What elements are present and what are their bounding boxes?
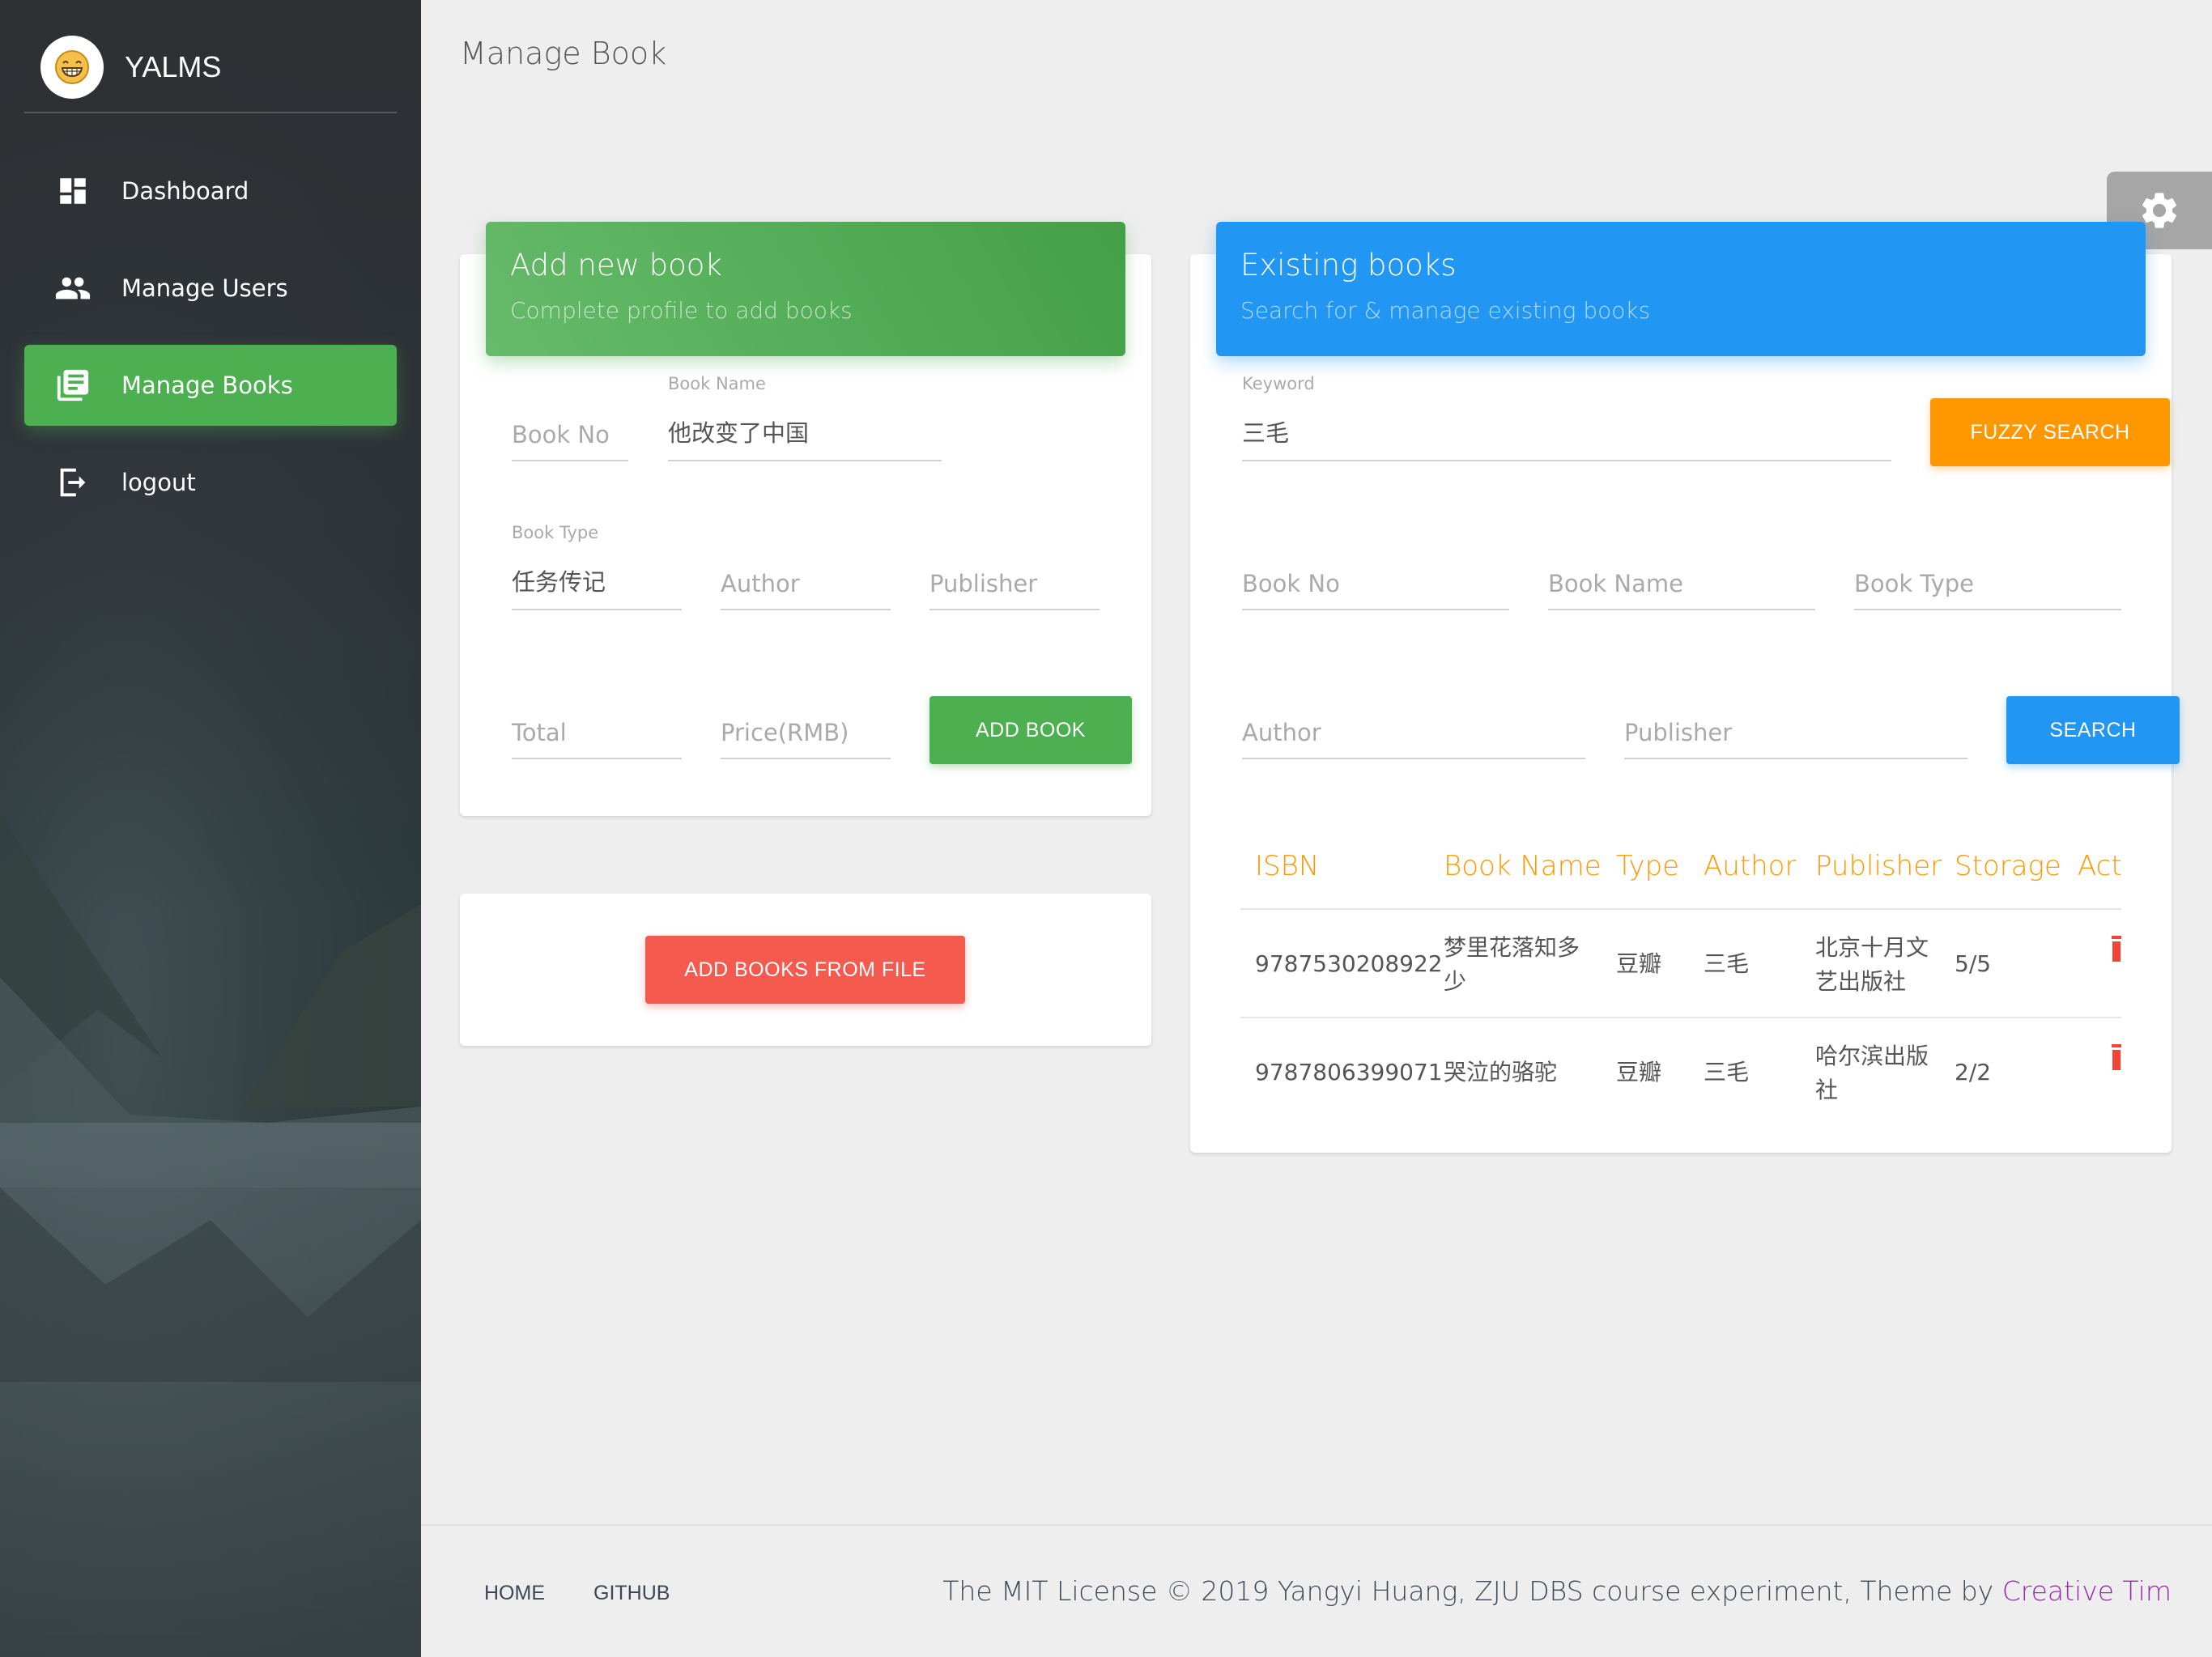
logout-icon <box>53 463 92 502</box>
column-header-author[interactable]: Author <box>1704 850 1796 882</box>
delete-icon[interactable] <box>2112 1044 2121 1070</box>
cell-book-name-line2: 少 <box>1444 968 1467 995</box>
book-type-value: 任务传记 <box>512 568 606 596</box>
app-name: YALMS <box>125 50 222 83</box>
fuzzy-search-button[interactable]: FUZZY SEARCH <box>1930 398 2170 466</box>
add-book-button[interactable]: ADD BOOK <box>929 696 1132 764</box>
footer-divider <box>421 1524 2212 1526</box>
add-book-title: Add new book <box>510 248 722 283</box>
book-name-field[interactable]: Book Name 他改变了中国 <box>668 374 942 461</box>
book-type-label: Book Type <box>512 523 599 542</box>
sidebar-item-label: Manage Books <box>121 372 293 399</box>
existing-books-subtitle: Search for & manage existing books <box>1240 297 1651 324</box>
cell-author: 三毛 <box>1704 1059 1750 1086</box>
cell-book-name: 哭泣的骆驼 <box>1444 1056 1557 1090</box>
search-publisher-field[interactable]: Publisher <box>1624 706 1967 759</box>
sidebar-background-image <box>0 767 421 1657</box>
keyword-label: Keyword <box>1242 374 1315 393</box>
search-book-no-placeholder: Book No <box>1242 570 1340 597</box>
keyword-field[interactable]: Keyword 三毛 <box>1242 374 1891 461</box>
people-icon <box>53 269 92 308</box>
add-book-header: Add new book Complete profile to add boo… <box>486 222 1125 356</box>
cell-publisher-line2: 社 <box>1815 1077 1839 1103</box>
app-logo <box>40 36 104 99</box>
column-header-publisher[interactable]: Publisher <box>1815 850 1942 882</box>
footer-copyright: The MIT License © 2019 Yangyi Huang, ZJU… <box>942 1575 2172 1607</box>
cell-book-name: 梦里花落知多 少 <box>1444 931 1580 999</box>
total-field[interactable]: Total <box>512 706 682 759</box>
total-placeholder: Total <box>512 719 567 746</box>
cell-publisher: 北京十月文 艺出版社 <box>1815 931 1929 999</box>
sidebar-item-dashboard[interactable]: Dashboard <box>24 151 397 232</box>
publisher-field[interactable]: Publisher <box>929 557 1100 610</box>
search-book-no-field[interactable]: Book No <box>1242 557 1509 610</box>
cell-isbn: 9787530208922 <box>1255 950 1443 977</box>
brand[interactable]: YALMS <box>24 23 397 113</box>
cell-book-name-line1: 哭泣的骆驼 <box>1444 1059 1558 1086</box>
search-author-field[interactable]: Author <box>1242 706 1585 759</box>
table-divider <box>1240 908 2121 910</box>
search-book-type-placeholder: Book Type <box>1854 570 1975 597</box>
cell-type: 豆瓣 <box>1616 950 1662 977</box>
price-field[interactable]: Price(RMB) <box>721 706 891 759</box>
column-header-book-name[interactable]: Book Name <box>1444 850 1602 882</box>
sidebar-item-label: Manage Users <box>121 274 288 302</box>
publisher-placeholder: Publisher <box>929 570 1038 597</box>
cell-storage: 5/5 <box>1955 950 1992 977</box>
column-header-storage[interactable]: Storage <box>1955 850 2061 882</box>
search-button[interactable]: SEARCH <box>2006 696 2180 764</box>
cell-storage: 2/2 <box>1955 1059 1992 1086</box>
price-placeholder: Price(RMB) <box>721 719 849 746</box>
search-book-name-placeholder: Book Name <box>1548 570 1683 597</box>
cell-publisher-line1: 北京十月文 <box>1815 934 1929 961</box>
book-no-field[interactable]: Book No <box>512 408 628 461</box>
cell-publisher: 哈尔滨出版 社 <box>1815 1039 1929 1107</box>
book-type-field[interactable]: Book Type 任务传记 <box>512 523 682 610</box>
keyword-value: 三毛 <box>1242 419 1290 447</box>
sidebar-item-logout[interactable]: logout <box>24 442 397 523</box>
column-header-act[interactable]: Act <box>2078 850 2122 882</box>
search-book-name-field[interactable]: Book Name <box>1548 557 1815 610</box>
sidebar-item-label: Dashboard <box>121 177 249 205</box>
search-author-placeholder: Author <box>1242 719 1321 746</box>
copyright-text: The MIT License © 2019 Yangyi Huang, ZJU… <box>942 1575 2002 1607</box>
column-header-type[interactable]: Type <box>1616 850 1679 882</box>
footer-link-github[interactable]: GITHUB <box>593 1582 670 1605</box>
sidebar-item-manage-users[interactable]: Manage Users <box>24 248 397 329</box>
sidebar: YALMS Dashboard Manage Users Manage Book… <box>0 0 421 1657</box>
existing-books-header: Existing books Search for & manage exist… <box>1216 222 2146 356</box>
author-placeholder: Author <box>721 570 800 597</box>
cell-publisher-line2: 艺出版社 <box>1815 968 1907 995</box>
search-publisher-placeholder: Publisher <box>1624 719 1733 746</box>
footer-link-home[interactable]: HOME <box>484 1582 545 1605</box>
dashboard-icon <box>53 172 92 210</box>
add-books-from-file-button[interactable]: ADD BOOKS FROM FILE <box>645 936 965 1004</box>
column-header-isbn[interactable]: ISBN <box>1255 850 1319 882</box>
book-name-value: 他改变了中国 <box>668 419 810 447</box>
delete-icon[interactable] <box>2112 936 2121 962</box>
cell-publisher-line1: 哈尔滨出版 <box>1815 1043 1929 1069</box>
existing-books-title: Existing books <box>1240 248 1457 283</box>
sidebar-nav: Dashboard Manage Users Manage Books logo… <box>24 151 397 539</box>
table-divider <box>1240 1017 2121 1018</box>
creative-tim-link[interactable]: Creative Tim <box>2002 1575 2172 1607</box>
book-no-placeholder: Book No <box>512 421 610 448</box>
search-book-type-field[interactable]: Book Type <box>1854 557 2121 610</box>
cell-type: 豆瓣 <box>1616 1059 1662 1086</box>
library-books-icon <box>53 366 92 405</box>
page-title: Manage Book <box>460 36 667 71</box>
cell-isbn: 9787806399071 <box>1255 1059 1443 1086</box>
sidebar-item-manage-books[interactable]: Manage Books <box>24 345 397 426</box>
add-book-subtitle: Complete profile to add books <box>510 297 853 324</box>
sidebar-item-label: logout <box>121 469 196 496</box>
author-field[interactable]: Author <box>721 557 891 610</box>
cell-book-name-line1: 梦里花落知多 <box>1444 934 1580 961</box>
book-name-label: Book Name <box>668 374 766 393</box>
cell-author: 三毛 <box>1704 950 1750 977</box>
